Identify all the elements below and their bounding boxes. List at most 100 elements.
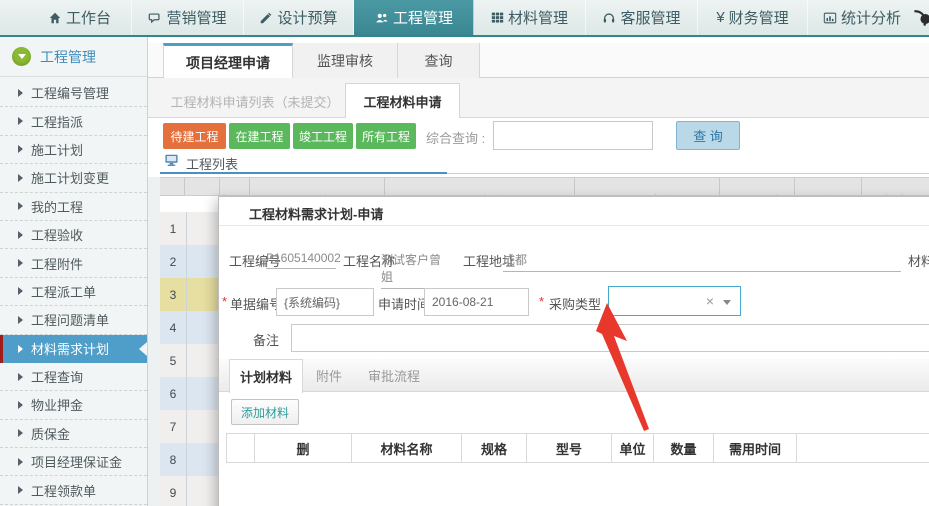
sidebar-item-quality-deposit[interactable]: 质保金 [0,420,147,449]
nav-label: 材料管理 [507,10,568,27]
nav-label: 工程管理 [392,10,453,27]
nav-item-workbench[interactable]: 工作台 [28,0,132,35]
nav-item-materials[interactable]: 材料管理 [474,0,586,35]
nav-label: 统计分析 [840,10,901,27]
apply-date-value: 2016-08-21 [432,295,494,309]
sidebar-header[interactable]: 工程管理 [0,37,147,77]
column-header: 数量 [654,434,714,462]
table-row[interactable]: 8 [160,443,218,476]
nav-item-statistics[interactable]: 统计分析 [808,0,916,35]
project-table-header: 操作 工程编号 工程名称 工程地址 工程进度 项目经理 状态 [160,177,929,196]
tab-material-request[interactable]: 工程材料申请 [345,83,460,119]
table-row[interactable]: 4 [160,311,218,344]
combined-search-input[interactable] [493,121,653,150]
tab-attachments[interactable]: 附件 [306,359,352,392]
phone-icon[interactable] [910,8,929,35]
sidebar-item-my-projects[interactable]: 我的工程 [0,193,147,221]
row-number: 6 [160,377,187,410]
sidebar-item-material-demand-plan[interactable]: 材料需求计划 [0,334,147,363]
required-marker: * [222,294,228,309]
remark-input[interactable] [291,324,929,352]
caret-right-icon [18,429,23,438]
column-header: 工程进度 [720,178,795,195]
apply-date-label: 申请时间 [378,297,431,312]
chevron-down-icon [12,47,31,66]
sidebar-item-label: 工程验收 [31,228,84,244]
table-row[interactable]: 6 [160,377,218,410]
row-number: 3 [160,278,187,311]
row-number: 2 [160,245,187,278]
sidebar-item-property-deposit[interactable]: 物业押金 [0,391,147,420]
sidebar-item-project-payment[interactable]: 工程领款单 [0,476,147,505]
sidebar-item-pm-deposit[interactable]: 项目经理保证金 [0,448,147,477]
tab-approval-flow[interactable]: 审批流程 [355,359,433,392]
table-row[interactable]: 9 [160,476,218,506]
nav-item-finance[interactable]: ¥ 财务管理 [698,0,808,35]
sidebar-item-label: 物业押金 [31,398,84,414]
tab-query[interactable]: 查询 [398,43,480,78]
home-icon [48,11,62,25]
table-row[interactable]: 2 [160,245,218,278]
nav-item-marketing[interactable]: 营销管理 [132,0,244,35]
column-header: 项目经理 [795,178,862,195]
section-underline [160,172,447,174]
dropdown-caret-icon[interactable] [723,300,731,305]
table-row[interactable]: 1 [160,212,218,245]
column-header: 需用时间 [714,434,797,462]
add-material-label: 添加材料 [240,405,289,420]
column-header: 删 [255,434,352,462]
filter-pending-projects[interactable]: 待建工程 [163,123,226,149]
column-header: 规格 [462,434,527,462]
caret-right-icon [18,173,23,182]
clear-icon[interactable]: × [706,293,714,309]
filter-inprogress-projects[interactable]: 在建工程 [229,123,290,149]
nav-label: 设计预算 [277,10,338,27]
sidebar-item-project-attachments[interactable]: 工程附件 [0,249,147,278]
tab-pm-application[interactable]: 项目经理申请 [163,43,293,79]
row-number: 9 [160,476,187,506]
tab-plan-materials[interactable]: 计划材料 [229,359,303,393]
sidebar-item-label: 工程问题清单 [31,313,110,329]
sidebar-item-project-number-mgmt[interactable]: 工程编号管理 [0,79,147,108]
table-row[interactable]: 7 [160,410,218,443]
nav-item-design-budget[interactable]: 设计预算 [244,0,354,35]
purchase-type-dropdown[interactable]: × [608,286,741,316]
sidebar-title: 工程管理 [40,48,96,65]
nav-item-customer-service[interactable]: 客服管理 [586,0,698,35]
nav-item-engineering[interactable]: 工程管理 [354,0,474,35]
divider [219,225,929,226]
active-notch [139,341,147,356]
sidebar-item-project-acceptance[interactable]: 工程验收 [0,221,147,250]
sidebar-item-project-assign[interactable]: 工程指派 [0,107,147,136]
apply-date-field[interactable]: 2016-08-21 [424,288,529,316]
table-gutter [148,177,160,506]
sidebar-item-project-issues[interactable]: 工程问题清单 [0,306,147,335]
caret-right-icon [18,259,23,268]
add-material-button[interactable]: 添加材料 [231,399,299,425]
section-underline-rest [447,173,929,174]
sidebar-item-construction-plan[interactable]: 施工计划 [0,136,147,165]
search-button[interactable]: 查 询 [676,121,740,150]
doc-no-field[interactable]: {系统编码} [276,288,374,316]
caret-right-icon [18,88,23,97]
table-row-selected[interactable]: 3 [160,278,218,311]
filter-label: 所有工程 [361,129,410,144]
nav-label: 营销管理 [166,10,227,27]
sidebar-item-project-query[interactable]: 工程查询 [0,363,147,392]
tab-supervisor-review[interactable]: 监理审核 [293,43,398,78]
project-no-value: P1605140002 [266,251,341,269]
filter-bar: 待建工程 在建工程 竣工工程 所有工程 综合查询 : 查 询 [148,118,929,152]
project-address-value: 成都 [503,251,901,272]
sidebar-item-label: 工程附件 [31,256,84,272]
filter-completed-projects[interactable]: 竣工工程 [293,123,353,149]
column-header [160,178,185,195]
sidebar-item-project-dispatch[interactable]: 工程派工单 [0,278,147,307]
sidebar-item-label: 工程指派 [31,114,84,130]
sidebar-item-construction-plan-change[interactable]: 施工计划变更 [0,164,147,193]
filter-all-projects[interactable]: 所有工程 [356,123,416,149]
tab-material-request-list[interactable]: 工程材料申请列表（未提交） [165,84,345,118]
row-number: 8 [160,443,187,476]
tab-label: 项目经理申请 [186,54,270,71]
column-header: 工程地址 [575,178,720,195]
table-row[interactable]: 5 [160,344,218,377]
